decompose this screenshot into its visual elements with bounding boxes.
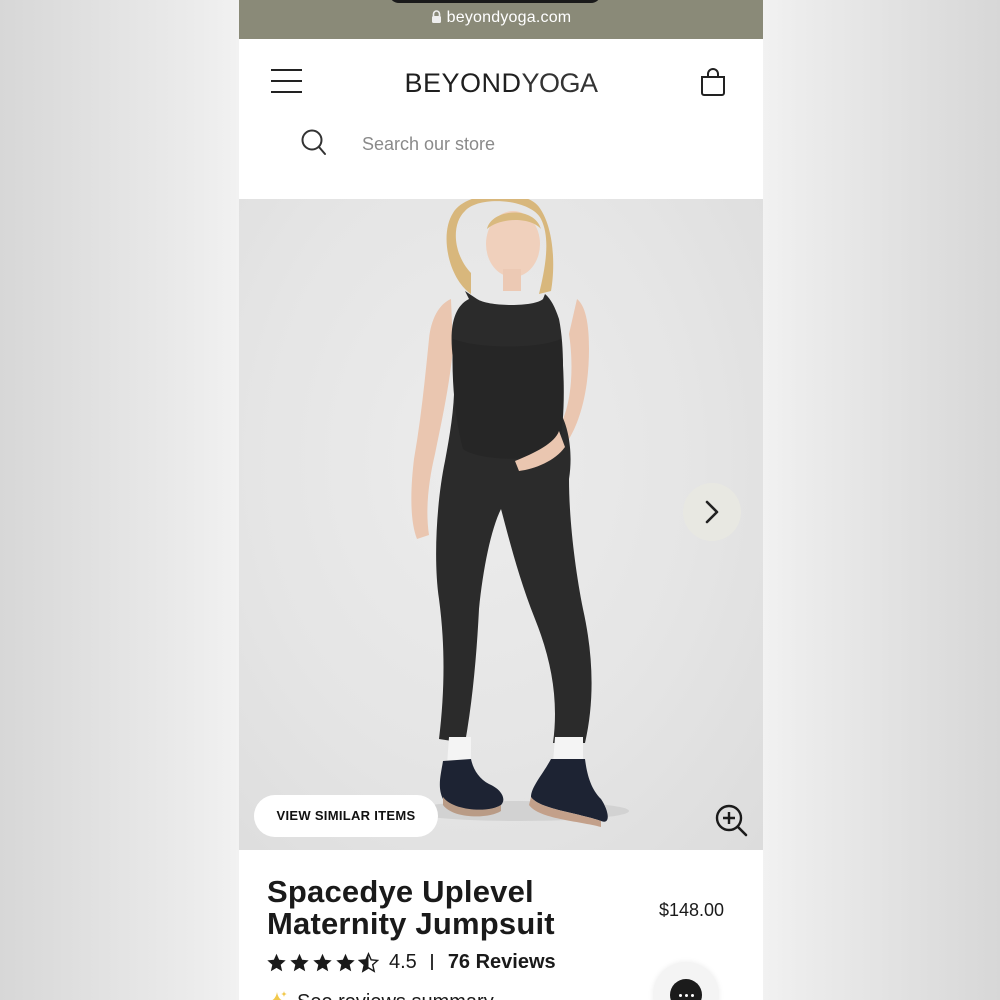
logo-light-text: YOGA (521, 68, 599, 98)
next-image-button[interactable] (683, 483, 741, 541)
product-photo (409, 199, 629, 827)
logo-bold-text: BEYOND (404, 68, 522, 98)
url-display[interactable]: beyondyoga.com (239, 9, 763, 27)
rating-value: 4.5 (389, 950, 417, 973)
star-rating[interactable] (266, 951, 379, 973)
reviews-summary-label: See reviews summary (297, 991, 494, 1000)
lock-icon (431, 10, 441, 23)
product-info: Spacedye Uplevel Maternity Jumpsuit $148… (239, 850, 763, 1000)
search-icon[interactable] (301, 129, 327, 157)
product-title: Spacedye Uplevel Maternity Jumpsuit (267, 874, 555, 941)
shopping-bag-icon[interactable] (699, 67, 727, 97)
chat-icon (670, 979, 702, 1000)
search-bar (239, 127, 763, 167)
rating-row: 4.5 76 Reviews (266, 949, 556, 975)
reviews-summary-link[interactable]: See reviews summary (265, 987, 494, 1000)
star-icon (290, 953, 309, 971)
phone-screen: beyondyoga.com BEYONDYOGA Search our sto… (239, 0, 763, 1000)
half-star-icon (358, 951, 379, 973)
url-text: beyondyoga.com (446, 9, 572, 26)
sparkle-icon (272, 991, 287, 1000)
product-price: $148.00 (659, 900, 725, 920)
star-icon (313, 953, 332, 971)
search-input[interactable] (360, 130, 664, 158)
product-image-gallery[interactable]: VIEW SIMILAR ITEMS (239, 199, 763, 850)
browser-address-bar[interactable]: beyondyoga.com (239, 0, 763, 39)
chevron-right-icon (705, 500, 719, 524)
brand-logo[interactable]: BEYONDYOGA (239, 68, 763, 99)
reviews-link[interactable]: 76 Reviews (448, 951, 556, 974)
star-icon (336, 953, 355, 971)
chat-button[interactable] (653, 962, 719, 1000)
device-notch (389, 0, 601, 3)
site-header: BEYONDYOGA (239, 39, 763, 199)
zoom-in-icon[interactable] (715, 804, 749, 838)
view-similar-items-button[interactable]: VIEW SIMILAR ITEMS (254, 795, 438, 837)
divider (430, 954, 433, 970)
star-icon (267, 953, 286, 971)
